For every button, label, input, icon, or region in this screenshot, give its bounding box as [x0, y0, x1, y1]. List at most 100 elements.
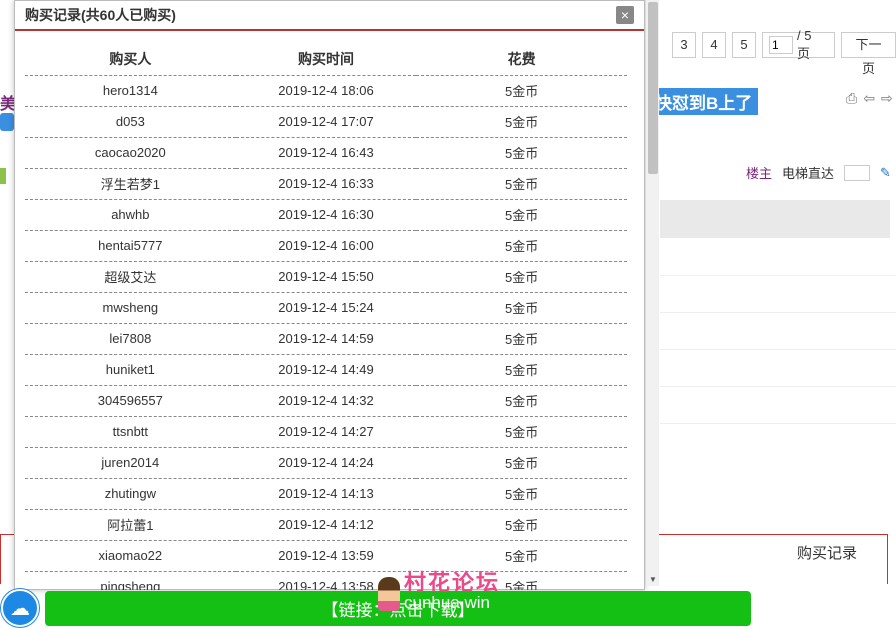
dialog-header: 购买记录(共60人已购买) ×	[15, 1, 644, 31]
buyer-cell: pingsheng	[25, 571, 236, 590]
cloud-download-icon[interactable]: ☁	[1, 589, 39, 627]
prev-thread-icon[interactable]: ⇦	[863, 90, 875, 107]
cost-cell: 5金币	[416, 478, 627, 510]
buyer-cell: ttsnbtt	[25, 416, 236, 448]
page-5-link[interactable]: 5	[732, 32, 756, 58]
cost-cell: 5金币	[416, 385, 627, 417]
buyer-cell: hero1314	[25, 75, 236, 107]
elevator-input[interactable]	[844, 164, 871, 181]
next-thread-icon[interactable]: ⇨	[881, 90, 893, 107]
pagination: 3 4 5 / 5 页 下一页	[672, 28, 896, 76]
time-cell: 2019-12-4 17:07	[235, 106, 417, 138]
cost-cell: 5金币	[416, 447, 627, 479]
table-row: 阿拉蕾1 2019-12-4 14:12 5金币	[25, 509, 627, 541]
cost-cell: 5金币	[416, 168, 627, 200]
time-cell: 2019-12-4 14:32	[235, 385, 417, 417]
page-jump: / 5 页	[762, 28, 836, 61]
cost-cell: 5金币	[416, 230, 627, 262]
only-host-link[interactable]: 楼主	[746, 163, 772, 182]
table-row: 超级艾达 2019-12-4 15:50 5金币	[25, 261, 627, 293]
time-cell: 2019-12-4 14:49	[235, 354, 417, 386]
divider	[660, 423, 896, 424]
column-header-cost: 花费	[416, 44, 627, 76]
buyer-cell: ahwhb	[25, 199, 236, 231]
table-row: 304596557 2019-12-4 14:32 5金币	[25, 385, 627, 417]
time-cell: 2019-12-4 18:06	[235, 75, 417, 107]
time-cell: 2019-12-4 16:30	[235, 199, 417, 231]
thread-tools: ⎙ ⇦ ⇨	[846, 90, 893, 107]
time-cell: 2019-12-4 14:13	[235, 478, 417, 510]
cost-cell: 5金币	[416, 137, 627, 169]
table-row: hentai5777 2019-12-4 16:00 5金币	[25, 230, 627, 262]
table-header-row: 购买人 购买时间 花费	[25, 44, 627, 76]
buyer-cell: mwsheng	[25, 292, 236, 324]
post-header-bar	[660, 200, 890, 238]
buyer-cell: hentai5777	[25, 230, 236, 262]
page-total: / 5 页	[797, 28, 812, 61]
time-cell: 2019-12-4 14:24	[235, 447, 417, 479]
badge	[0, 113, 14, 131]
page-3-link[interactable]: 3	[672, 32, 696, 58]
table-row: d053 2019-12-4 17:07 5金币	[25, 106, 627, 138]
elevator-label: 电梯直达	[782, 166, 835, 181]
buy-record-table: 购买人 购买时间 花费 hero1314 2019-12-4 18:06 5金币 d0…	[25, 44, 627, 590]
close-icon[interactable]: ×	[616, 6, 634, 24]
buyer-cell: 超级艾达	[25, 261, 236, 293]
buy-record-link[interactable]: 购买记录	[797, 542, 857, 563]
time-cell: 2019-12-4 15:24	[235, 292, 417, 324]
floor-bar: 楼主 电梯直达 ✎	[746, 163, 891, 182]
buy-record-dialog: 购买记录(共60人已购买) × 购买人 购买时间 花费 hero1314 2019…	[14, 0, 645, 590]
time-cell: 2019-12-4 15:50	[235, 261, 417, 293]
buyer-cell: 浮生若梦1	[25, 168, 236, 200]
cost-cell: 5金币	[416, 323, 627, 355]
cost-cell: 5金币	[416, 416, 627, 448]
buyer-cell: lei7808	[25, 323, 236, 355]
print-icon[interactable]: ⎙	[846, 90, 857, 107]
time-cell: 2019-12-4 14:59	[235, 323, 417, 355]
table-row: caocao2020 2019-12-4 16:43 5金币	[25, 137, 627, 169]
table-row: lei7808 2019-12-4 14:59 5金币	[25, 323, 627, 355]
buyer-cell: juren2014	[25, 447, 236, 479]
time-cell: 2019-12-4 16:43	[235, 137, 417, 169]
buyer-cell: 304596557	[25, 385, 236, 417]
time-cell: 2019-12-4 13:59	[235, 540, 417, 572]
buyer-cell: xiaomao22	[25, 540, 236, 572]
cost-cell: 5金币	[416, 106, 627, 138]
table-row: 浮生若梦1 2019-12-4 16:33 5金币	[25, 168, 627, 200]
status-chip	[0, 168, 6, 184]
time-cell: 2019-12-4 16:00	[235, 230, 417, 262]
dialog-title: 购买记录(共60人已购买)	[25, 7, 176, 23]
cost-cell: 5金币	[416, 292, 627, 324]
table-row: hero1314 2019-12-4 18:06 5金币	[25, 75, 627, 107]
page-4-link[interactable]: 4	[702, 32, 726, 58]
cost-cell: 5金币	[416, 509, 627, 541]
mascot-icon	[378, 577, 400, 611]
cost-cell: 5金币	[416, 261, 627, 293]
scroll-thumb[interactable]	[648, 2, 658, 174]
time-cell: 2019-12-4 16:33	[235, 168, 417, 200]
table-row: zhutingw 2019-12-4 14:13 5金币	[25, 478, 627, 510]
divider	[660, 349, 896, 350]
scroll-down-icon[interactable]: ▼	[648, 575, 658, 584]
dialog-scrollbar[interactable]: ▼	[645, 0, 659, 586]
table-row: ttsnbtt 2019-12-4 14:27 5金币	[25, 416, 627, 448]
divider	[660, 312, 896, 313]
buyer-cell: caocao2020	[25, 137, 236, 169]
wrench-icon[interactable]: ✎	[880, 165, 891, 181]
page-number-input[interactable]	[769, 36, 793, 54]
buyer-cell: zhutingw	[25, 478, 236, 510]
table-row: xiaomao22 2019-12-4 13:59 5金币	[25, 540, 627, 572]
cost-cell: 5金币	[416, 75, 627, 107]
buyer-cell: 阿拉蕾1	[25, 509, 236, 541]
table-row: pingsheng 2019-12-4 13:58 5金币	[25, 571, 627, 590]
watermark-url: cunhua.win	[404, 593, 491, 612]
table-row: ahwhb 2019-12-4 16:30 5金币	[25, 199, 627, 231]
table-row: juren2014 2019-12-4 14:24 5金币	[25, 447, 627, 479]
column-header-time: 购买时间	[235, 44, 417, 76]
buyer-cell: huniket1	[25, 354, 236, 386]
next-page-button[interactable]: 下一页	[841, 32, 896, 76]
table-row: huniket1 2019-12-4 14:49 5金币	[25, 354, 627, 386]
watermark-name: 村花论坛	[404, 570, 501, 595]
column-header-buyer: 购买人	[25, 44, 236, 76]
site-watermark: 村花论坛 cunhua.win	[378, 572, 500, 611]
